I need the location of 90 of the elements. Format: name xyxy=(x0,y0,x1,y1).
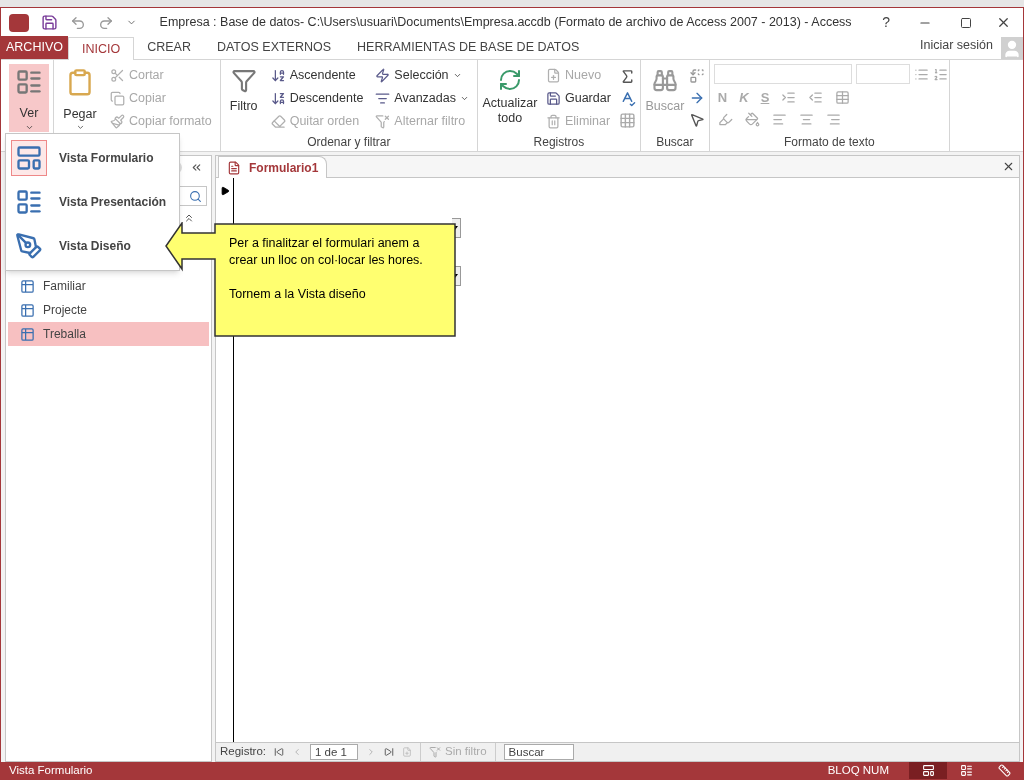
view-icon xyxy=(959,764,973,777)
maximize-icon[interactable] xyxy=(960,16,972,29)
form-icon xyxy=(227,160,241,175)
ribbon-icon xyxy=(110,91,125,106)
align-center-icon[interactable] xyxy=(798,111,814,127)
group-label: Buscar xyxy=(655,134,695,151)
view-switch-button[interactable] xyxy=(909,762,947,779)
caret-icon xyxy=(452,71,462,80)
ribbon-icon xyxy=(375,114,391,129)
ribbon-tab[interactable]: INICIO xyxy=(67,37,135,60)
ribbon-button[interactable]: Guardar xyxy=(542,87,615,110)
record-label: Registro: xyxy=(220,744,267,760)
align-left-icon[interactable] xyxy=(771,111,787,127)
num-lock-indicator: BLOQ NUM xyxy=(827,762,889,778)
form-view-icon xyxy=(15,68,43,96)
view-icon xyxy=(15,232,43,260)
view-icon xyxy=(15,144,43,172)
nav-item[interactable]: Treballa xyxy=(8,322,209,346)
menu-item[interactable]: Vista Presentación xyxy=(6,182,179,222)
sign-in-link[interactable]: Iniciar sesión xyxy=(920,36,993,55)
section-collapse-icon[interactable] xyxy=(183,212,195,224)
replace-icon[interactable] xyxy=(688,68,705,84)
ribbon-icon xyxy=(110,68,125,83)
close-icon[interactable] xyxy=(996,15,1011,30)
record-position-field[interactable]: 1 de 1 xyxy=(310,744,359,760)
outdent-icon[interactable] xyxy=(808,90,824,106)
ribbon-icon xyxy=(546,91,561,106)
ribbon-icon xyxy=(375,91,391,106)
binoculars-icon xyxy=(651,68,678,94)
window-title: Empresa : Base de datos- C:\Users\usuari\Documents\Empresa.accdb (Formato de archivo de Access 2007 - 2013) - Access xyxy=(158,14,853,32)
document-tab[interactable]: Formulario1 xyxy=(218,156,328,178)
group-label: Formato de texto xyxy=(783,134,876,151)
ribbon-tab[interactable]: DATOS EXTERNOS xyxy=(203,36,345,59)
record-selector-icon xyxy=(219,186,230,196)
ribbon-icon xyxy=(375,68,391,83)
view-icon xyxy=(921,764,935,777)
group-label: Registros xyxy=(532,134,586,151)
undo-icon[interactable] xyxy=(70,14,86,31)
redo-icon[interactable] xyxy=(98,14,114,31)
ribbon-tab[interactable]: CREAR xyxy=(134,36,204,59)
save-icon[interactable] xyxy=(41,14,58,31)
table-icon xyxy=(20,326,35,342)
align-right-icon[interactable] xyxy=(825,111,841,127)
nav-item[interactable]: Familiar xyxy=(8,274,209,298)
ribbon-button[interactable]: Selección xyxy=(371,64,473,87)
indent-icon[interactable] xyxy=(781,90,797,106)
numbering-icon[interactable] xyxy=(932,66,948,82)
ribbon-icon xyxy=(546,114,561,129)
fill-color-icon[interactable] xyxy=(744,111,760,127)
last-record-icon[interactable] xyxy=(384,747,395,757)
funnel-icon xyxy=(229,68,258,94)
filter-button[interactable]: Filtro xyxy=(224,64,263,116)
ribbon-icon xyxy=(546,68,561,83)
close-document-icon[interactable] xyxy=(1002,160,1015,173)
view-button[interactable]: Ver xyxy=(9,64,49,132)
paste-button[interactable]: Pegar xyxy=(58,64,102,132)
ribbon-icon xyxy=(270,91,286,106)
more-icon[interactable] xyxy=(618,112,636,129)
file-tab[interactable]: ARCHIVO xyxy=(1,36,68,59)
table-icon xyxy=(20,278,35,294)
group-label: Ordenar y filtrar xyxy=(306,134,392,151)
ribbon-icon xyxy=(270,114,286,129)
view-icon xyxy=(997,764,1011,777)
nav-item[interactable]: Projecte xyxy=(8,298,209,322)
bullets-icon[interactable] xyxy=(913,66,929,82)
ribbon-button[interactable]: Descendente xyxy=(266,87,368,110)
caret-icon xyxy=(75,123,85,132)
app-logo-icon xyxy=(9,13,29,32)
callout-text: Per a finalitzar el formulari anem a crear un lloc on col·locar les hores. Tornem a la Vista diseño xyxy=(229,235,424,303)
view-icon xyxy=(15,188,43,216)
ribbon-button[interactable]: Avanzadas xyxy=(371,87,473,110)
font-color-icon[interactable] xyxy=(717,111,733,127)
ribbon-icon xyxy=(110,114,125,129)
ribbon-tab[interactable]: HERRAMIENTAS DE BASE DE DATOS xyxy=(344,36,593,59)
ribbon-icon xyxy=(270,68,286,83)
first-record-icon[interactable] xyxy=(274,747,285,757)
menu-item[interactable]: Vista Formulario xyxy=(6,138,179,178)
table-icon xyxy=(20,302,35,318)
gridlines-icon[interactable] xyxy=(835,90,851,106)
record-search-field[interactable]: Buscar xyxy=(503,744,574,760)
caret-icon xyxy=(460,94,469,103)
ribbon-button[interactable]: Ascendente xyxy=(266,64,368,87)
select-icon[interactable] xyxy=(688,112,705,128)
refresh-button[interactable]: Actualizar todo xyxy=(482,64,538,130)
search-icon xyxy=(189,189,202,203)
help-button[interactable]: ? xyxy=(874,12,898,33)
status-text: Vista Formulario xyxy=(9,762,94,778)
refresh-icon xyxy=(498,68,522,92)
filter-off-icon xyxy=(429,746,442,758)
new-record-icon[interactable] xyxy=(402,747,413,757)
